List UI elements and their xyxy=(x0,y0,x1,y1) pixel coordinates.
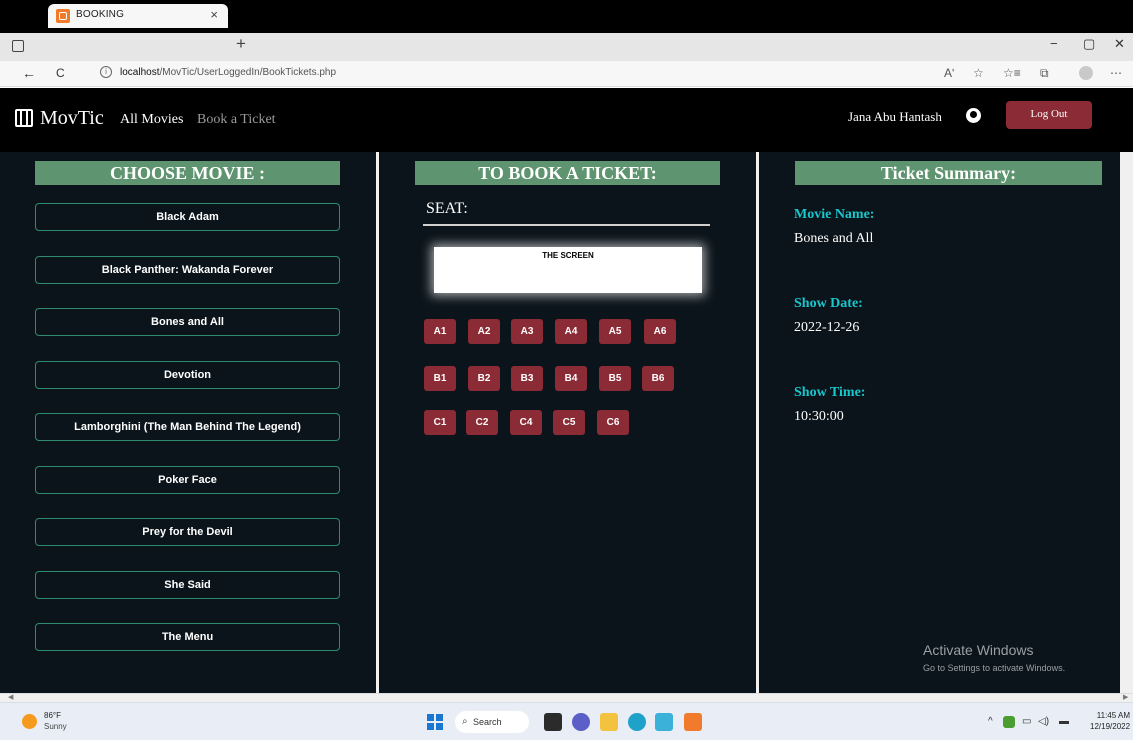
seat-button[interactable]: B3 xyxy=(511,366,543,391)
seat-label: SEAT: xyxy=(426,200,468,217)
seat-button[interactable]: B6 xyxy=(642,366,674,391)
seat-button[interactable]: A3 xyxy=(511,319,543,344)
movie-button[interactable]: She Said xyxy=(35,570,340,599)
user-account-icon[interactable] xyxy=(966,108,981,123)
windows-start-icon[interactable] xyxy=(427,714,443,730)
chat-app-icon[interactable] xyxy=(572,713,590,731)
collections-icon[interactable]: ⧉ xyxy=(1040,66,1049,81)
show-date-value: 2022-12-26 xyxy=(794,320,860,335)
seat-button[interactable]: A1 xyxy=(424,319,456,344)
volume-icon[interactable]: ◁) xyxy=(1038,716,1049,727)
movie-button[interactable]: Lamborghini (The Man Behind The Legend) xyxy=(35,413,340,441)
movie-button[interactable]: The Menu xyxy=(35,623,340,651)
xampp-icon[interactable] xyxy=(684,713,702,731)
favorites-list-icon[interactable]: ☆≡ xyxy=(1003,66,1021,80)
scroll-left-icon[interactable]: ◀ xyxy=(8,693,13,701)
seat-button[interactable]: B1 xyxy=(424,366,456,391)
column-divider xyxy=(756,152,759,693)
url-path: /MovTic/UserLoggedIn/BookTickets.php xyxy=(159,67,337,78)
minimize-button[interactable]: − xyxy=(1050,36,1058,51)
refresh-button[interactable]: C xyxy=(56,66,65,80)
seat-button[interactable]: C4 xyxy=(510,410,542,435)
movie-button[interactable]: Black Panther: Wakanda Forever xyxy=(35,255,340,284)
seat-button[interactable]: A2 xyxy=(468,319,500,344)
url-host: localhost xyxy=(120,67,160,78)
clock-time: 11:45 AM xyxy=(1096,711,1130,720)
seat-button[interactable]: A5 xyxy=(599,319,631,344)
movie-button[interactable]: Poker Face xyxy=(35,465,340,494)
browser-tab[interactable]: BOOKING × xyxy=(48,4,228,28)
site-navbar: MovTic All Movies Book a Ticket Jana Abu… xyxy=(0,88,1133,152)
taskbar-search[interactable]: Search xyxy=(455,711,529,733)
movie-name-label: Movie Name: xyxy=(794,207,875,222)
site-logo[interactable]: MovTic xyxy=(40,107,104,130)
network-icon[interactable]: ▭ xyxy=(1022,716,1031,727)
seat-underline xyxy=(423,224,710,226)
notepad-icon[interactable] xyxy=(655,713,673,731)
tray-overflow-icon[interactable]: ^ xyxy=(988,716,993,727)
more-menu-icon[interactable]: ⋯ xyxy=(1110,66,1122,80)
task-view-icon[interactable] xyxy=(544,713,562,731)
weather-sun-icon[interactable] xyxy=(22,714,37,729)
tab-actions-icon[interactable] xyxy=(12,40,24,52)
maximize-button[interactable]: ▢ xyxy=(1083,36,1095,52)
seat-button[interactable]: A6 xyxy=(644,319,676,344)
weather-description: Sunny xyxy=(44,722,67,731)
seat-button[interactable]: C6 xyxy=(597,410,629,435)
booking-page: CHOOSE MOVIE : Black Adam Black Panther: … xyxy=(0,152,1120,693)
profile-avatar-icon[interactable] xyxy=(1079,66,1093,80)
tab-close-icon[interactable]: × xyxy=(210,7,218,22)
seat-button[interactable]: A4 xyxy=(555,319,587,344)
back-button[interactable]: ← xyxy=(22,65,36,81)
activate-windows-subtitle: Go to Settings to activate Windows. xyxy=(923,663,1066,673)
movie-button[interactable]: Black Adam xyxy=(35,203,340,231)
movie-button[interactable]: Prey for the Devil xyxy=(35,518,340,546)
seat-button[interactable]: C5 xyxy=(553,410,585,435)
url-field[interactable]: localhost/MovTic/UserLoggedIn/BookTicket… xyxy=(120,67,336,78)
column-divider xyxy=(376,152,379,693)
seat-button[interactable]: B5 xyxy=(599,366,631,391)
site-info-icon[interactable]: i xyxy=(100,66,112,78)
movie-name-value: Bones and All xyxy=(794,231,874,246)
read-aloud-icon[interactable]: Aʹ xyxy=(944,66,954,80)
battery-icon[interactable]: ▬ xyxy=(1059,716,1069,727)
show-time-value: 10:30:00 xyxy=(794,409,844,424)
cinema-screen: THE SCREEN xyxy=(434,247,702,293)
favorite-star-icon[interactable]: ☆ xyxy=(973,66,984,80)
movie-button[interactable]: Bones and All xyxy=(35,308,340,336)
taskbar: 86°F Sunny Search ^ ▭ ◁) ▬ 11:45 AM 12/1… xyxy=(0,702,1133,740)
user-name: Jana Abu Hantash xyxy=(848,109,942,124)
movie-button[interactable]: Devotion xyxy=(35,360,340,389)
show-time-label: Show Time: xyxy=(794,385,866,400)
seat-button[interactable]: C2 xyxy=(466,410,498,435)
new-tab-button[interactable]: + xyxy=(236,34,246,54)
seat-button[interactable]: B2 xyxy=(468,366,500,391)
show-date-label: Show Date: xyxy=(794,296,863,311)
file-explorer-icon[interactable] xyxy=(600,713,618,731)
screen-label: THE SCREEN xyxy=(542,251,594,260)
choose-movie-title: CHOOSE MOVIE : xyxy=(35,161,340,185)
nav-all-movies[interactable]: All Movies xyxy=(120,112,183,128)
logout-button[interactable]: Log Out xyxy=(1006,101,1092,129)
book-ticket-title: TO BOOK A TICKET: xyxy=(415,161,720,185)
nav-book-a-ticket[interactable]: Book a Ticket xyxy=(197,112,276,128)
clock-date: 12/19/2022 xyxy=(1090,722,1131,731)
screen: BOOKING × + − ▢ ✕ ← C i localhost/MovTic… xyxy=(0,0,1133,740)
browser-tab-bar xyxy=(0,33,1133,61)
close-window-button[interactable]: ✕ xyxy=(1114,36,1125,52)
seat-button[interactable]: B4 xyxy=(555,366,587,391)
xampp-favicon-icon xyxy=(56,9,70,23)
tab-title: BOOKING xyxy=(76,9,125,20)
tray-app-icon[interactable] xyxy=(1003,716,1015,728)
ticket-summary-title: Ticket Summary: xyxy=(795,161,1102,185)
weather-temperature: 86°F xyxy=(44,711,61,720)
film-logo-icon xyxy=(15,109,33,127)
edge-browser-icon[interactable] xyxy=(628,713,646,731)
horizontal-scrollbar[interactable]: ◀ ▶ xyxy=(0,693,1133,702)
vertical-scrollbar[interactable] xyxy=(1120,152,1133,693)
activate-windows-title: Activate Windows xyxy=(923,642,1034,658)
scroll-right-icon[interactable]: ▶ xyxy=(1123,693,1128,701)
seat-button[interactable]: C1 xyxy=(424,410,456,435)
